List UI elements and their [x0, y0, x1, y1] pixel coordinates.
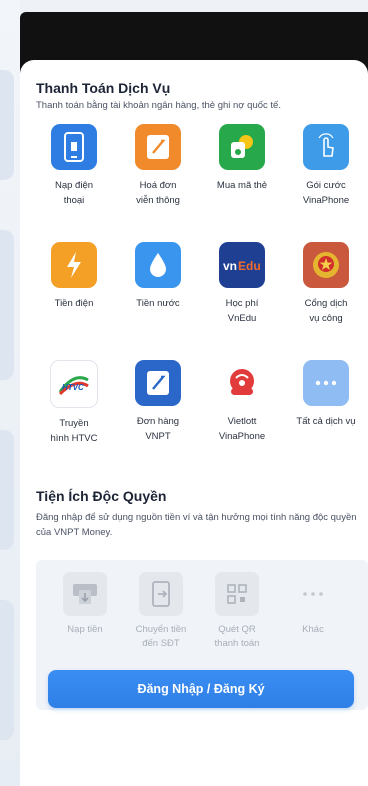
- service-sheet: Thanh Toán Dịch Vụ Thanh toán bằng tài k…: [20, 60, 368, 786]
- service-htvc[interactable]: HTVC Truyền hình HTVC: [32, 360, 116, 478]
- background-shape: [0, 230, 14, 380]
- buy-card-code-icon: [219, 124, 265, 170]
- tile-qr-scan[interactable]: Quét QR thanh toán: [202, 572, 272, 651]
- svg-text:vn: vn: [223, 259, 237, 273]
- tile-transfer[interactable]: Chuyển tiền đến SĐT: [126, 572, 196, 651]
- service-public-portal[interactable]: Cổng dịch vụ công: [284, 242, 368, 360]
- background-edge: [0, 0, 20, 786]
- service-label: Gói cước VinaPhone: [302, 180, 350, 206]
- service-row: Nạp điện thoại Hoá đơn viễn thông Mua mã…: [32, 124, 368, 242]
- tile-label: Quét QR thanh toán: [214, 624, 260, 649]
- htvc-logo-icon: HTVC: [50, 360, 98, 408]
- service-label: Đơn hàng VNPT: [136, 416, 180, 442]
- exclusive-section-title: Tiện Ích Độc Quyền: [36, 488, 167, 504]
- service-water[interactable]: Tiền nước: [116, 242, 200, 360]
- service-label: Hoá đơn viễn thông: [136, 180, 180, 206]
- tile-label: Khác: [302, 624, 324, 635]
- service-vnpt-order[interactable]: Đơn hàng VNPT: [116, 360, 200, 478]
- service-telecom-bill[interactable]: Hoá đơn viễn thông: [116, 124, 200, 242]
- login-register-button[interactable]: Đăng Nhập / Đăng Ký: [48, 670, 354, 708]
- tile-label: Chuyển tiền đến SĐT: [135, 624, 187, 649]
- background-shape: [0, 430, 14, 550]
- electricity-icon: [51, 242, 97, 288]
- service-vnedu[interactable]: vn Edu Học phí VnEdu: [200, 242, 284, 360]
- service-row: HTVC Truyền hình HTVC Đơn hàng VNPT Viet…: [32, 360, 368, 478]
- tile-label: Nạp tiền: [67, 624, 103, 635]
- vinaphone-plan-icon: [303, 124, 349, 170]
- service-label: Mua mã thẻ: [216, 180, 268, 191]
- qr-scan-icon: [215, 572, 259, 616]
- background-shape: [0, 70, 14, 180]
- payment-section-subtitle: Thanh toán bằng tài khoản ngân hàng, thẻ…: [36, 100, 281, 111]
- water-drop-icon: [135, 242, 181, 288]
- service-grid: Nạp điện thoại Hoá đơn viễn thông Mua mã…: [32, 124, 368, 478]
- transfer-to-phone-icon: [139, 572, 183, 616]
- tile-deposit[interactable]: Nạp tiền: [50, 572, 120, 637]
- more-dots-icon: [291, 572, 335, 616]
- service-row: Tiền điện Tiền nước vnEdu Học phí VnEdu: [32, 242, 368, 360]
- service-label: Tất cả dịch vụ: [296, 416, 356, 427]
- svg-text:Edu: Edu: [238, 259, 261, 273]
- service-vinaphone-plan[interactable]: Gói cước VinaPhone: [284, 124, 368, 242]
- background-shape: [0, 600, 14, 740]
- more-dots-icon: [303, 360, 349, 406]
- service-label: Truyền hình HTVC: [50, 418, 98, 444]
- svg-text:HTVC: HTVC: [62, 383, 84, 392]
- payment-section-title: Thanh Toán Dịch Vụ: [36, 80, 171, 96]
- public-service-emblem-icon: [303, 242, 349, 288]
- service-electricity[interactable]: Tiền điện: [32, 242, 116, 360]
- service-all[interactable]: Tất cả dịch vụ: [284, 360, 368, 478]
- telecom-bill-icon: [135, 124, 181, 170]
- vietlott-logo-icon: [219, 360, 265, 406]
- service-label: Nạp điện thoại: [54, 180, 94, 206]
- service-label: Cổng dịch vụ công: [304, 298, 348, 324]
- service-label: Vietlott VinaPhone: [218, 416, 266, 442]
- service-label: Tiền nước: [136, 298, 180, 309]
- vnpt-order-icon: [135, 360, 181, 406]
- phone-topup-icon: [51, 124, 97, 170]
- deposit-icon: [63, 572, 107, 616]
- service-buy-card-code[interactable]: Mua mã thẻ: [200, 124, 284, 242]
- vnedu-logo-icon: vn Edu: [219, 242, 265, 288]
- service-label: Học phí VnEdu: [225, 298, 259, 324]
- exclusive-section-subtitle: Đăng nhập để sử dụng nguồn tiền ví và tậ…: [36, 512, 357, 538]
- service-phone-topup[interactable]: Nạp điện thoại: [32, 124, 116, 242]
- service-vietlott[interactable]: Vietlott VinaPhone: [200, 360, 284, 478]
- tile-more[interactable]: Khác: [278, 572, 348, 637]
- phone-frame: Thanh Toán Dịch Vụ Thanh toán bằng tài k…: [20, 12, 368, 786]
- service-label: Tiền điện: [54, 298, 94, 309]
